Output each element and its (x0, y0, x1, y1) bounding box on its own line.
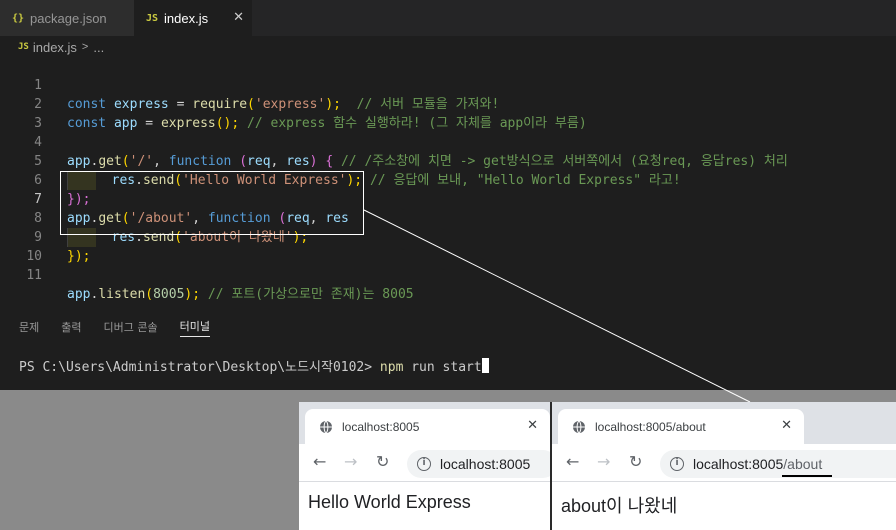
page-body-text: Hello World Express (308, 492, 471, 512)
browser-toolbar: ← → ↻ i localhost:8005 (299, 444, 550, 482)
code-line: 6 }); (0, 152, 896, 207)
annotation-underline (782, 475, 832, 477)
json-file-icon: {} (12, 12, 25, 24)
editor-tab-bar: {} package.json JS index.js ✕ (0, 0, 896, 36)
function-name: listen (98, 287, 146, 302)
browser-window-about: localhost:8005/about ✕ ← → ↻ i localhost… (552, 402, 896, 530)
browser-tab-title: localhost:8005 (342, 419, 420, 434)
info-icon[interactable]: i (670, 457, 684, 471)
code-line: 3 (0, 95, 896, 131)
line-number: 11 (26, 268, 42, 283)
breadcrumb-file[interactable]: index.js (33, 40, 77, 55)
terminal-cursor (481, 358, 489, 373)
terminal[interactable]: PS C:\Users\Administrator\Desktop\노드시작01… (19, 356, 489, 375)
tab-problems[interactable]: 문제 (19, 319, 39, 335)
identifier: app (67, 287, 91, 302)
js-file-icon: JS (146, 12, 159, 24)
js-file-icon: JS (18, 42, 29, 52)
forward-arrow-icon[interactable]: → (344, 452, 357, 471)
breadcrumb-more[interactable]: ... (93, 40, 104, 55)
tab-output[interactable]: 출력 (61, 319, 81, 335)
code-line: 1 const express = require('express'); //… (0, 57, 896, 112)
code-editor: {} package.json JS index.js ✕ JS index.j… (0, 0, 896, 390)
browser-toolbar: ← → ↻ i localhost:8005/about (552, 444, 896, 482)
back-arrow-icon[interactable]: ← (566, 452, 579, 471)
close-icon[interactable]: ✕ (781, 417, 792, 433)
code-line: 2 const app = express(); // express 함수 실… (0, 76, 896, 131)
bracket: ); (184, 287, 201, 302)
terminal-command: npm (379, 360, 404, 375)
bracket: ( (145, 287, 154, 302)
browser-tab-strip: localhost:8005 ✕ (299, 402, 550, 444)
url-path: /about (783, 456, 823, 472)
comment: // 포트(가상으로만 존재)는 8005 (200, 287, 414, 302)
tab-terminal[interactable]: 터미널 (179, 318, 210, 337)
url-host: localhost:8005 (440, 456, 531, 472)
globe-icon (573, 420, 585, 433)
close-icon[interactable]: ✕ (233, 9, 244, 25)
browser-tab[interactable]: localhost:8005/about ✕ (558, 409, 804, 444)
reload-icon[interactable]: ↻ (376, 452, 389, 471)
browser-tab-title: localhost:8005/about (595, 419, 706, 434)
tab-package-json[interactable]: {} package.json (0, 0, 134, 36)
tab-label: index.js (164, 10, 209, 26)
page-body-text: about이 나왔네 (561, 496, 678, 516)
reload-icon[interactable]: ↻ (629, 452, 642, 471)
close-icon[interactable]: ✕ (527, 417, 538, 433)
terminal-prompt: PS C:\Users\Administrator\Desktop\노드시작01… (19, 360, 380, 375)
forward-arrow-icon[interactable]: → (597, 452, 610, 471)
breadcrumb: JS index.js > ... (18, 38, 104, 56)
code-line: 11 app.listen(8005); // 포트(가상으로만 존재)는 80… (0, 247, 896, 302)
annotation-box (60, 171, 364, 235)
address-bar[interactable]: i localhost:8005 (407, 450, 550, 478)
tab-debug-console[interactable]: 디버그 콘솔 (104, 319, 158, 335)
browser-tab-strip: localhost:8005/about ✕ (552, 402, 896, 444)
info-icon[interactable]: i (417, 457, 431, 471)
panel-tab-bar: 문제 출력 디버그 콘솔 터미널 (0, 315, 896, 339)
chevron-right-icon: > (81, 41, 89, 53)
globe-icon (320, 420, 332, 433)
url-host: localhost:8005 (693, 456, 784, 472)
terminal-args: run start (403, 360, 482, 375)
code-line: 4 app.get('/', function (req, res) { // … (0, 114, 896, 169)
browser-tab[interactable]: localhost:8005 ✕ (305, 409, 550, 444)
code-line: 5 res.send('Hello World Express'); // 응답… (0, 133, 896, 190)
tab-index-js[interactable]: JS index.js ✕ (134, 0, 252, 36)
back-arrow-icon[interactable]: ← (313, 452, 326, 471)
number: 8005 (153, 287, 185, 302)
browser-window-root: localhost:8005 ✕ ← → ↻ i localhost:8005 … (299, 402, 550, 530)
tab-label: package.json (30, 10, 107, 26)
address-bar[interactable]: i localhost:8005/about (660, 450, 896, 478)
